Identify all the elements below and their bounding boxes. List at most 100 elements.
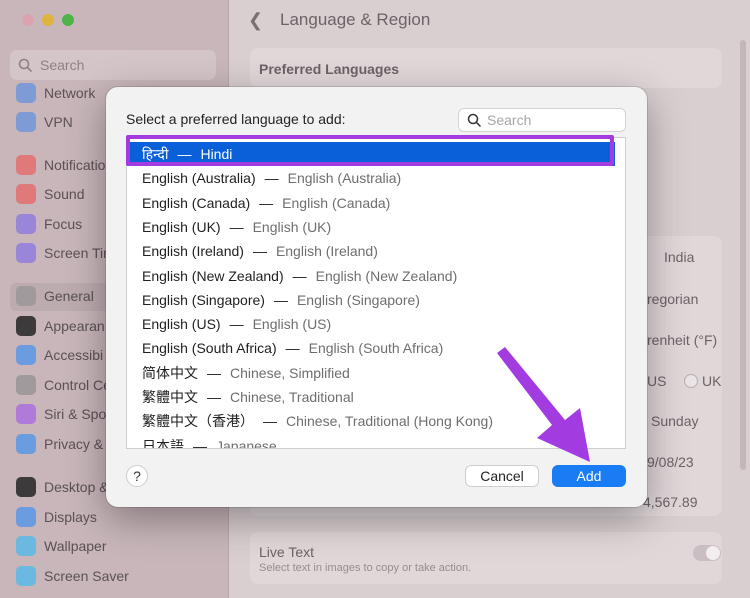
language-native-name: 日本語 — [142, 437, 184, 449]
language-english-name: English (New Zealand) — [315, 267, 458, 284]
sidebar-item-label: Screen Saver — [44, 568, 129, 584]
language-separator: — — [252, 243, 267, 260]
language-row[interactable]: English (UK) — English (UK) — [127, 215, 615, 239]
language-search-input[interactable] — [487, 112, 617, 128]
live-text-panel — [250, 532, 722, 584]
sidebar-search-placeholder: Search — [40, 57, 85, 73]
temperature-value[interactable]: renheit (°F) — [647, 332, 717, 348]
language-row[interactable]: English (New Zealand) — English (New Zeala… — [127, 264, 615, 288]
language-separator: — — [292, 267, 307, 284]
speaker-icon — [16, 184, 36, 204]
preferred-languages-heading: Preferred Languages — [259, 61, 400, 77]
sidebar-item[interactable]: VPN — [16, 111, 73, 133]
cancel-button[interactable]: Cancel — [465, 465, 539, 487]
language-native-name: English (New Zealand) — [142, 267, 284, 284]
sidebar-item[interactable]: Siri & Spo — [16, 403, 106, 425]
sidebar-item[interactable]: Appearan — [16, 315, 105, 337]
language-row[interactable]: English (Canada) — English (Canada) — [127, 191, 615, 215]
sidebar-item[interactable]: Displays — [16, 506, 97, 528]
maximize-window-button[interactable] — [62, 14, 74, 26]
language-row[interactable]: English (Singapore) — English (Singapore) — [127, 288, 615, 312]
sidebar-item[interactable]: Notificatio — [16, 154, 105, 176]
sidebar-item-label: Sound — [44, 186, 85, 202]
language-row[interactable]: English (Ireland) — English (Ireland) — [127, 239, 615, 263]
sidebar-item[interactable]: Sound — [16, 183, 84, 205]
language-separator: — — [193, 437, 207, 449]
language-separator: — — [263, 413, 277, 430]
language-separator: — — [259, 194, 274, 211]
language-row[interactable]: English (US) — English (US) — [127, 312, 615, 336]
language-separator: — — [273, 291, 288, 308]
language-row[interactable]: 日本語 — Japanese — [127, 434, 615, 449]
language-row[interactable]: 简体中文 — Chinese, Simplified — [127, 361, 615, 385]
sidebar-item-label: Displays — [44, 509, 97, 525]
date-format-value: 9/08/23 — [647, 454, 694, 470]
live-text-toggle[interactable] — [693, 545, 721, 561]
language-english-name: Chinese, Traditional — [230, 389, 354, 405]
language-native-name: English (US) — [142, 316, 221, 333]
sidebar-item-label: Accessibi — [44, 347, 104, 363]
sidebar-item[interactable]: Accessibi — [16, 344, 103, 366]
window-scrollbar[interactable] — [740, 40, 746, 470]
close-window-button[interactable] — [22, 14, 34, 26]
page-title: Language & Region — [280, 10, 431, 29]
language-list[interactable]: 日本語 — Japanese 繁體中文（香港） — Chinese, Traditiona… — [126, 137, 626, 449]
sidebar-item[interactable]: Desktop & — [16, 476, 109, 498]
language-english-name: English (South Africa) — [308, 340, 444, 357]
language-english-name: Japanese — [216, 437, 277, 449]
first-day-value[interactable]: Sunday — [651, 413, 698, 429]
sidebar-item[interactable]: General — [16, 285, 94, 307]
moon-icon — [16, 214, 36, 234]
add-button[interactable]: Add — [552, 465, 626, 487]
language-english-name: English (Canada) — [282, 194, 391, 211]
language-native-name: English (Ireland) — [142, 243, 244, 260]
hourglass-icon — [16, 243, 36, 263]
live-text-description: Select text in images to copy or take ac… — [259, 562, 472, 574]
language-separator: — — [264, 170, 279, 187]
sidebar-item[interactable]: Focus — [16, 213, 82, 235]
sidebar-item[interactable]: Privacy & — [16, 433, 103, 455]
language-row[interactable]: 繁體中文（香港） — Chinese, Traditional (Hong Kong… — [127, 409, 615, 433]
language-row[interactable]: 繁體中文 — Chinese, Traditional — [127, 385, 615, 409]
language-english-name: English (Australia) — [287, 170, 402, 187]
sidebar-item-label: Notificatio — [44, 157, 106, 173]
sidebar-item-label: Network — [44, 85, 96, 101]
language-native-name: English (South Africa) — [142, 340, 277, 357]
sidebar-search-input[interactable]: Search — [10, 50, 216, 80]
language-english-name: English (Ireland) — [275, 243, 378, 260]
sidebar-item[interactable]: Wallpaper — [16, 535, 107, 557]
measurement-uk-radio[interactable] — [684, 374, 698, 388]
language-row[interactable]: English (Australia) — English (Australia) — [127, 166, 615, 190]
minimize-window-button[interactable] — [42, 14, 54, 26]
siri-icon — [16, 404, 36, 424]
calendar-value[interactable]: regorian — [647, 291, 698, 307]
language-native-name: English (Australia) — [142, 170, 256, 187]
sidebar-item[interactable]: Control Ce — [16, 374, 111, 396]
displays-icon — [16, 507, 36, 527]
sidebar-item-label: Focus — [44, 216, 83, 232]
language-english-name: English (UK) — [252, 218, 332, 235]
language-english-name: English (US) — [252, 316, 332, 333]
sidebar-item-label: Wallpaper — [44, 538, 107, 554]
gear-icon — [16, 286, 36, 306]
language-separator: — — [285, 340, 300, 357]
language-search-field[interactable] — [458, 108, 626, 132]
language-row[interactable]: English (South Africa) — English (South Af… — [127, 336, 615, 360]
annotation-highlight-box — [126, 135, 614, 166]
sidebar-item[interactable]: Screen Tim — [16, 242, 115, 264]
sidebar-item[interactable]: Network — [16, 82, 95, 104]
language-native-name: 简体中文 — [142, 364, 198, 381]
language-separator: — — [229, 316, 244, 333]
region-value[interactable]: India — [664, 249, 694, 265]
screensaver-icon — [16, 566, 36, 586]
language-native-name: 繁體中文（香港） — [142, 413, 254, 430]
search-icon — [18, 58, 32, 72]
window-controls — [22, 14, 74, 26]
sidebar-item[interactable]: Screen Saver — [16, 565, 129, 587]
language-separator: — — [207, 389, 221, 405]
measurement-uk-label: UK — [702, 373, 722, 389]
control-center-icon — [16, 375, 36, 395]
live-text-label: Live Text — [259, 544, 314, 560]
help-button[interactable]: ? — [126, 465, 148, 487]
back-chevron-icon[interactable]: ❮ — [248, 10, 263, 31]
